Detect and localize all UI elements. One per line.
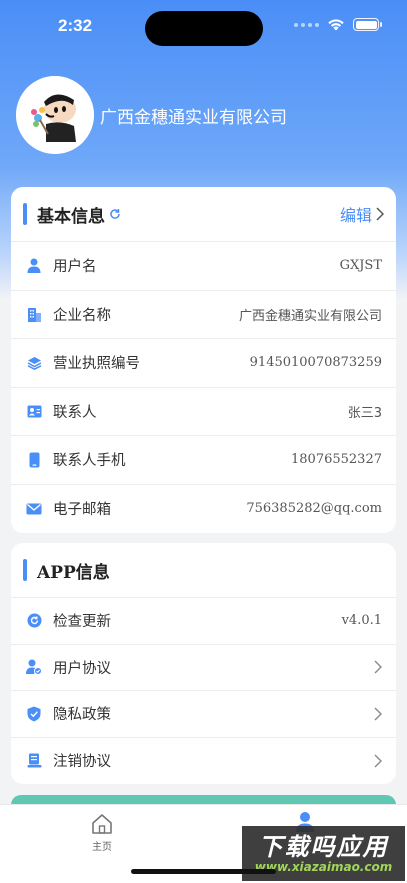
row-user-agreement[interactable]: 用户协议 — [11, 645, 396, 691]
document-icon — [25, 752, 43, 770]
row-privacy-policy[interactable]: 隐私政策 — [11, 691, 396, 738]
basic-info-card: 基本信息 编辑 用户名 GXJST 企业名称 广西金穗通实业有限公司 营业执照编… — [11, 187, 396, 533]
chevron-right-icon — [374, 660, 382, 674]
section-accent-bar — [23, 559, 27, 581]
basic-info-title: 基本信息 — [37, 206, 105, 227]
wifi-icon — [328, 19, 344, 31]
chevron-right-icon — [374, 707, 382, 721]
edit-label: 编辑 — [339, 206, 372, 225]
mail-icon — [25, 500, 43, 518]
row-label: 用户协议 — [53, 660, 111, 677]
row-contact-phone: 联系人手机 18076552327 — [11, 436, 396, 485]
row-value: GXJST — [339, 258, 382, 274]
row-username: 用户名 GXJST — [11, 242, 396, 291]
shield-icon — [25, 705, 43, 723]
row-label: 联系人 — [53, 404, 97, 421]
row-label: 注销协议 — [53, 754, 111, 771]
row-label: 联系人手机 — [53, 453, 126, 470]
row-label: 用户名 — [53, 259, 97, 276]
company-name: 广西金穗通实业有限公司 — [100, 107, 287, 128]
app-info-header: APP信息 — [11, 543, 396, 598]
row-value: 756385282@qq.com — [246, 501, 382, 517]
basic-info-header: 基本信息 编辑 — [11, 187, 396, 242]
user-icon — [25, 257, 43, 275]
status-time: 2:32 — [58, 16, 93, 35]
contact-card-icon — [25, 402, 43, 420]
row-label: 企业名称 — [53, 307, 111, 324]
chevron-right-icon — [374, 754, 382, 768]
version-value: v4.0.1 — [341, 613, 382, 629]
row-value: 广西金穗通实业有限公司 — [238, 308, 382, 324]
tab-home[interactable]: 主页 — [82, 813, 122, 853]
edit-button[interactable]: 编辑 — [340, 202, 384, 226]
row-label: 营业执照编号 — [53, 356, 140, 373]
row-contact: 联系人 张三3 — [11, 388, 396, 436]
row-check-update[interactable]: 检查更新 v4.0.1 — [11, 598, 396, 645]
battery-icon — [353, 18, 382, 31]
chevron-right-icon — [376, 207, 384, 221]
building-icon — [25, 305, 43, 323]
row-value: 18076552327 — [291, 452, 382, 468]
row-label: 检查更新 — [53, 614, 111, 631]
section-accent-bar — [23, 203, 27, 225]
row-license-number: 营业执照编号 9145010070873259 — [11, 339, 396, 388]
phone-icon — [25, 451, 43, 469]
home-icon — [92, 814, 112, 834]
update-icon — [25, 612, 43, 630]
row-email: 电子邮箱 756385282@qq.com — [11, 485, 396, 534]
avatar-image — [16, 76, 94, 154]
tab-home-label: 主页 — [92, 842, 112, 853]
user-agreement-icon — [25, 658, 43, 676]
dynamic-island — [145, 11, 263, 46]
status-bar: 2:32 — [0, 0, 407, 56]
refresh-icon[interactable] — [109, 208, 121, 220]
row-cancellation-agreement[interactable]: 注销协议 — [11, 738, 396, 785]
home-indicator — [131, 869, 276, 874]
avatar[interactable] — [16, 76, 94, 154]
app-info-card: APP信息 检查更新 v4.0.1 用户协议 隐私政策 注销协议 — [11, 543, 396, 784]
row-label: 电子邮箱 — [53, 502, 111, 519]
watermark-title: 下载吗应用 — [258, 832, 389, 861]
profile-header: 广西金穗通实业有限公司 — [16, 76, 287, 154]
row-value: 9145010070873259 — [249, 355, 382, 371]
signal-icon — [294, 22, 319, 27]
app-info-title: APP信息 — [37, 562, 110, 583]
layers-icon — [25, 354, 43, 372]
row-label: 隐私政策 — [53, 707, 111, 724]
row-value: 张三3 — [347, 405, 382, 421]
row-company-name: 企业名称 广西金穗通实业有限公司 — [11, 291, 396, 339]
